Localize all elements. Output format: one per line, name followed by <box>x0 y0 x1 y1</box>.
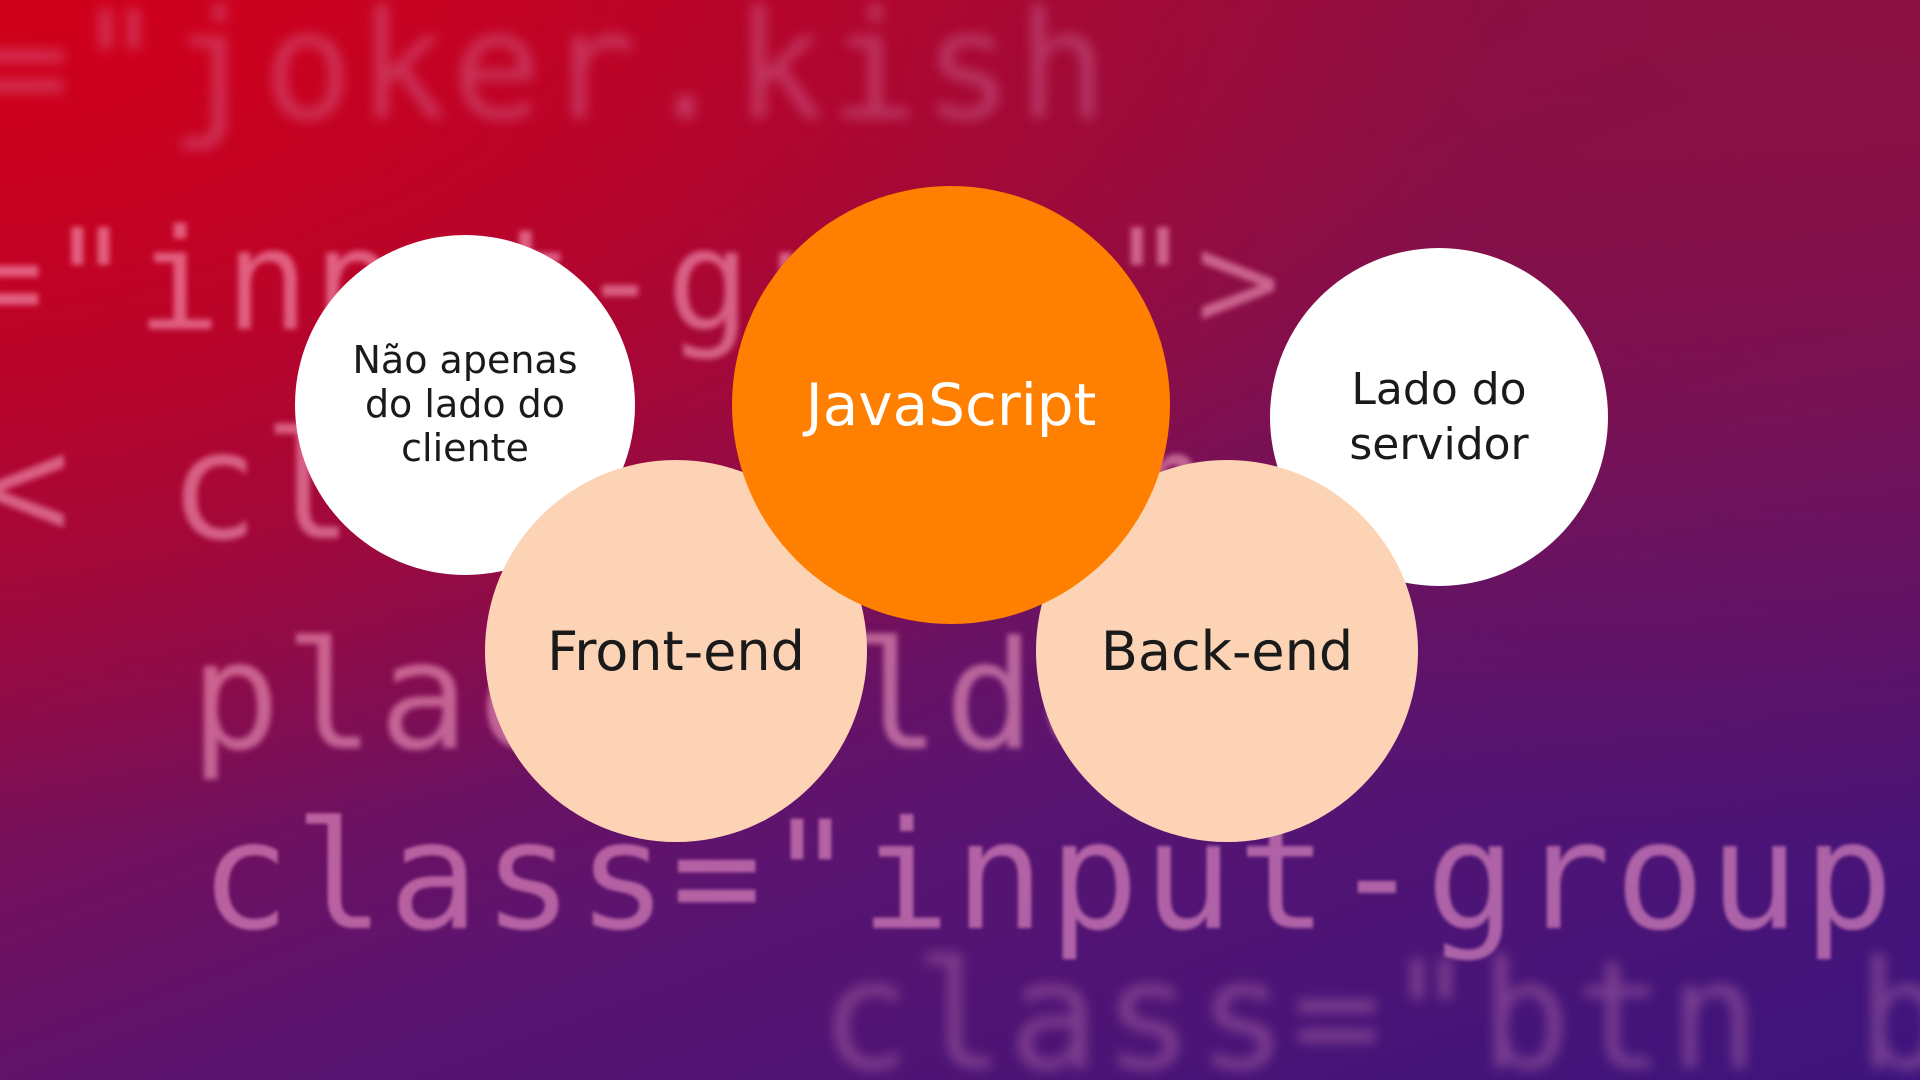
circle-javascript: JavaScript <box>732 186 1170 624</box>
server-side-label: Lado do servidor <box>1349 364 1529 470</box>
javascript-label: JavaScript <box>805 371 1097 439</box>
back-end-label: Back-end <box>1100 619 1354 683</box>
code-line: class="btn btn <box>820 930 1920 1080</box>
client-side-label: Não apenas do lado do cliente <box>352 338 578 470</box>
front-end-label: Front-end <box>547 619 805 683</box>
code-line: ="joker.kish <box>0 0 1112 154</box>
